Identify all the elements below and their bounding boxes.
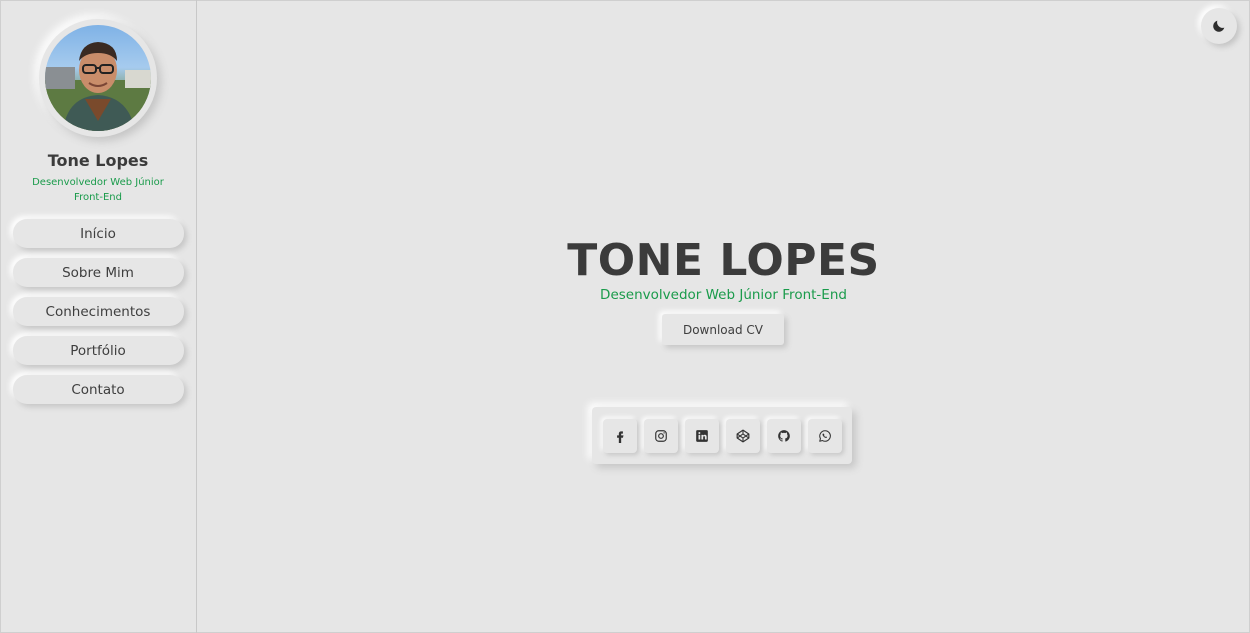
theme-toggle-button[interactable] (1201, 8, 1237, 44)
profile-role: Desenvolvedor Web Júnior Front-End (32, 177, 164, 203)
hero-title: TONE LOPES (567, 235, 880, 286)
avatar-photo (45, 42, 151, 131)
moon-icon (1213, 20, 1225, 32)
github-icon (777, 429, 790, 442)
download-cv-button[interactable]: Download CV (662, 314, 784, 345)
linkedin-icon (695, 429, 708, 442)
facebook-icon (616, 430, 623, 443)
instagram-link[interactable] (643, 418, 678, 453)
codepen-link[interactable] (725, 418, 760, 453)
sidebar: Tone Lopes Desenvolvedor Web Júnior Fron… (0, 0, 197, 633)
whatsapp-link[interactable] (807, 418, 842, 453)
nav-item-portfolio[interactable]: Portfólio (12, 336, 184, 365)
nav-item-inicio[interactable]: Início (12, 219, 184, 248)
nav-menu: Início Sobre Mim Conhecimentos Portfólio… (12, 219, 184, 404)
github-link[interactable] (766, 418, 801, 453)
linkedin-link[interactable] (684, 418, 719, 453)
hero-subtitle: Desenvolvedor Web Júnior Front-End (600, 287, 847, 303)
nav-item-contato[interactable]: Contato (12, 375, 184, 404)
avatar (45, 25, 151, 131)
hero-section: TONE LOPES Desenvolvedor Web Júnior Fron… (197, 0, 1250, 633)
nav-item-sobre-mim[interactable]: Sobre Mim (12, 258, 184, 287)
facebook-link[interactable] (602, 418, 637, 453)
instagram-icon (654, 429, 667, 442)
social-links (592, 407, 852, 464)
whatsapp-icon (818, 429, 831, 442)
codepen-icon (736, 429, 749, 442)
avatar-frame (39, 19, 157, 137)
profile-name: Tone Lopes (47, 151, 149, 170)
nav-item-conhecimentos[interactable]: Conhecimentos (12, 297, 184, 326)
